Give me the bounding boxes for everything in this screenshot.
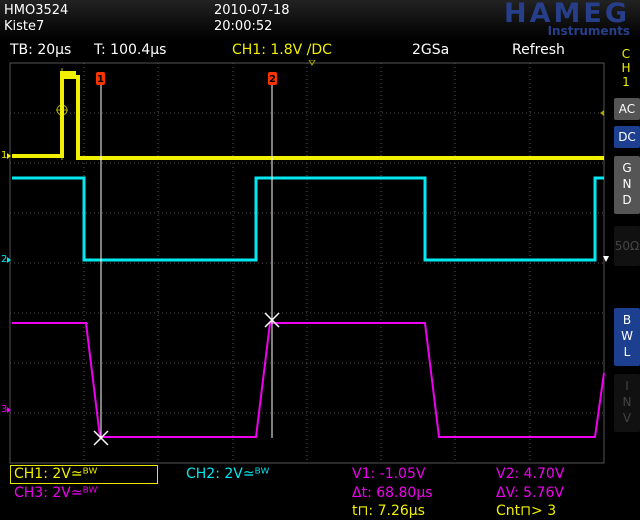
brand-sub: Instruments — [547, 24, 630, 38]
model-label: HMO3524 — [4, 3, 69, 18]
gnd-coupling-button[interactable]: G N D — [614, 156, 640, 214]
hameg-logo: HAMEG Instruments — [452, 0, 630, 38]
ch2-scale-readout[interactable]: CH2: 2V≃ᴮᵂ — [186, 466, 269, 482]
bwl-letter: B — [622, 313, 632, 327]
pulse-count-readout: Cnt⊓> 3 — [496, 503, 557, 519]
ch2-offset-marker[interactable]: 2 — [1, 254, 7, 265]
inv-letter: I — [625, 379, 629, 393]
ch1-scale-readout[interactable]: CH1: 2V≃ᴮᵂ — [14, 466, 97, 482]
sample-rate-readout: 2GSa — [412, 42, 450, 58]
softkey-column: C H 1 AC DC G N D 50Ω B W L I N V — [612, 40, 640, 480]
bwl-letter: L — [623, 345, 631, 359]
gnd-letter: G — [622, 161, 632, 175]
timebase-readout[interactable]: TB: 20µs — [10, 42, 71, 58]
pulse-width-readout: t⊓: 7.26µs — [352, 503, 425, 519]
dc-coupling-button[interactable]: DC — [614, 126, 640, 148]
channel-indicator: C H 1 — [620, 47, 632, 89]
invert-button[interactable]: I N V — [614, 374, 640, 432]
inv-letter: V — [622, 411, 632, 425]
channel-letter: C — [621, 47, 631, 61]
cursor-1-marker-label: 1 — [97, 74, 104, 85]
channel-letter: 1 — [622, 75, 630, 89]
cursor-v1-readout: V1: -1.05V — [352, 466, 426, 482]
bwl-button[interactable]: B W L — [614, 308, 640, 366]
gnd-letter: D — [622, 193, 632, 207]
acquisition-mode-readout[interactable]: Refresh — [512, 42, 565, 58]
header-bar: HMO3524 Kiste7 2010-07-18 20:00:52 HAMEG… — [0, 0, 640, 40]
time-label: 20:00:52 — [214, 19, 273, 34]
readout-bar: CH1: 2V≃ᴮᵂ CH2: 2V≃ᴮᵂ CH3: 2V≃ᴮᵂ V1: -1.… — [0, 464, 612, 520]
trigger-time-readout[interactable]: T: 100.4µs — [94, 42, 166, 58]
delta-t-readout: Δt: 68.80µs — [352, 485, 433, 501]
trigger-source-readout[interactable]: CH1: 1.8V ∕DC — [232, 42, 332, 58]
channel-letter: H — [621, 61, 631, 75]
bwl-letter: W — [621, 329, 633, 343]
inv-letter: N — [622, 395, 632, 409]
status-bar: TB: 20µs T: 100.4µs CH1: 1.8V ∕DC 2GSa R… — [0, 40, 612, 60]
device-name: Kiste7 — [4, 19, 45, 34]
gnd-letter: N — [622, 177, 632, 191]
waveform-display: 1 2 1 2 3 — [0, 60, 612, 465]
ch1-offset-marker[interactable]: 1 — [1, 150, 7, 161]
fifty-ohm-button[interactable]: 50Ω — [614, 226, 640, 266]
cursor-2-marker-label: 2 — [269, 74, 276, 85]
delta-v-readout: ΔV: 5.76V — [496, 485, 564, 501]
date-label: 2010-07-18 — [214, 3, 290, 18]
ac-coupling-button[interactable]: AC — [614, 98, 640, 120]
cursor-v2-readout: V2: 4.70V — [496, 466, 565, 482]
ch3-offset-marker[interactable]: 3 — [1, 404, 7, 415]
ch3-scale-readout[interactable]: CH3: 2V≃ᴮᵂ — [14, 485, 97, 501]
